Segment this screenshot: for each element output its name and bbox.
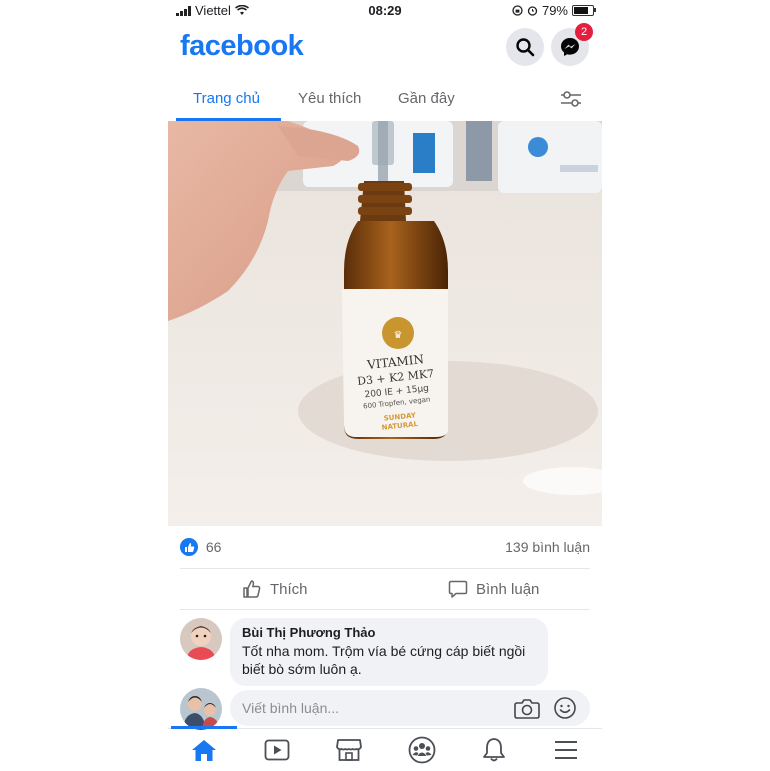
comment-placeholder: Viết bình luận... — [242, 700, 340, 716]
like-count[interactable]: 66 — [206, 539, 222, 555]
messenger-icon — [561, 38, 579, 56]
like-reaction-icon — [180, 538, 198, 557]
comment-icon — [448, 580, 468, 598]
like-label: Thích — [270, 580, 308, 598]
nav-home[interactable] — [187, 735, 221, 765]
like-button[interactable]: Thích — [242, 579, 308, 599]
camera-icon[interactable] — [514, 697, 540, 719]
feed-tabs: Trang chủ Yêu thích Gần đây — [168, 82, 602, 122]
bottom-nav — [168, 726, 602, 771]
search-button[interactable] — [506, 28, 544, 66]
reaction-stats: 66 139 bình luận — [180, 538, 590, 558]
nav-watch[interactable] — [260, 735, 294, 765]
nav-groups[interactable] — [405, 735, 439, 765]
video-icon — [264, 739, 290, 761]
divider — [180, 609, 590, 610]
post-photo[interactable]: ♛ VITAMIN D3 + K2 MK7 200 IE + 15µg 600 … — [168, 121, 602, 526]
shop-icon — [336, 739, 362, 761]
home-icon — [192, 740, 216, 761]
comment-bubble[interactable]: Bùi Thị Phương Thảo Tốt nha mom. Trộm ví… — [230, 618, 548, 686]
app-header: facebook 2 — [168, 23, 602, 74]
tab-recent[interactable]: Gần đây — [398, 90, 455, 107]
comment-text: Tốt nha mom. Trộm vía bé cứng cáp biết n… — [242, 643, 526, 677]
phone-screen: Viettel 08:29 79% facebook 2 Trang chủ Y… — [168, 0, 602, 770]
divider — [180, 568, 590, 569]
status-bar: Viettel 08:29 79% — [168, 0, 602, 20]
comment-input[interactable]: Viết bình luận... — [230, 690, 590, 726]
search-icon — [516, 38, 535, 57]
nav-notifications[interactable] — [477, 735, 511, 765]
comment-label: Bình luận — [476, 580, 540, 598]
facebook-logo[interactable]: facebook — [180, 30, 304, 63]
groups-icon — [408, 736, 436, 764]
tab-favorites[interactable]: Yêu thích — [298, 90, 361, 107]
alarm-icon — [527, 6, 538, 16]
bell-icon — [483, 738, 505, 762]
battery-icon — [572, 5, 596, 16]
comment-button[interactable]: Bình luận — [448, 579, 539, 599]
menu-icon — [555, 741, 577, 759]
vitamin-bottle-image: ♛ VITAMIN D3 + K2 MK7 200 IE + 15µg 600 … — [168, 121, 602, 526]
lock-rotation-icon — [512, 5, 523, 16]
filter-icon[interactable] — [560, 90, 582, 108]
tab-home[interactable]: Trang chủ — [193, 90, 260, 107]
nav-marketplace[interactable] — [332, 735, 366, 765]
avatar[interactable] — [180, 618, 222, 660]
thumbs-up-icon — [243, 580, 261, 598]
avatar — [180, 688, 222, 730]
comment-count[interactable]: 139 bình luận — [505, 539, 590, 555]
write-comment-bar: Viết bình luận... — [180, 688, 590, 730]
nav-menu[interactable] — [549, 735, 583, 765]
messenger-button[interactable]: 2 — [551, 23, 593, 66]
svg-text:♛: ♛ — [394, 330, 403, 341]
emoji-icon[interactable] — [553, 696, 577, 720]
messenger-badge: 2 — [575, 23, 593, 41]
battery-percent: 79% — [541, 3, 568, 18]
post-actions: Thích Bình luận — [168, 573, 602, 607]
active-nav-indicator — [171, 726, 237, 729]
comment-author[interactable]: Bùi Thị Phương Thảo — [242, 625, 536, 640]
